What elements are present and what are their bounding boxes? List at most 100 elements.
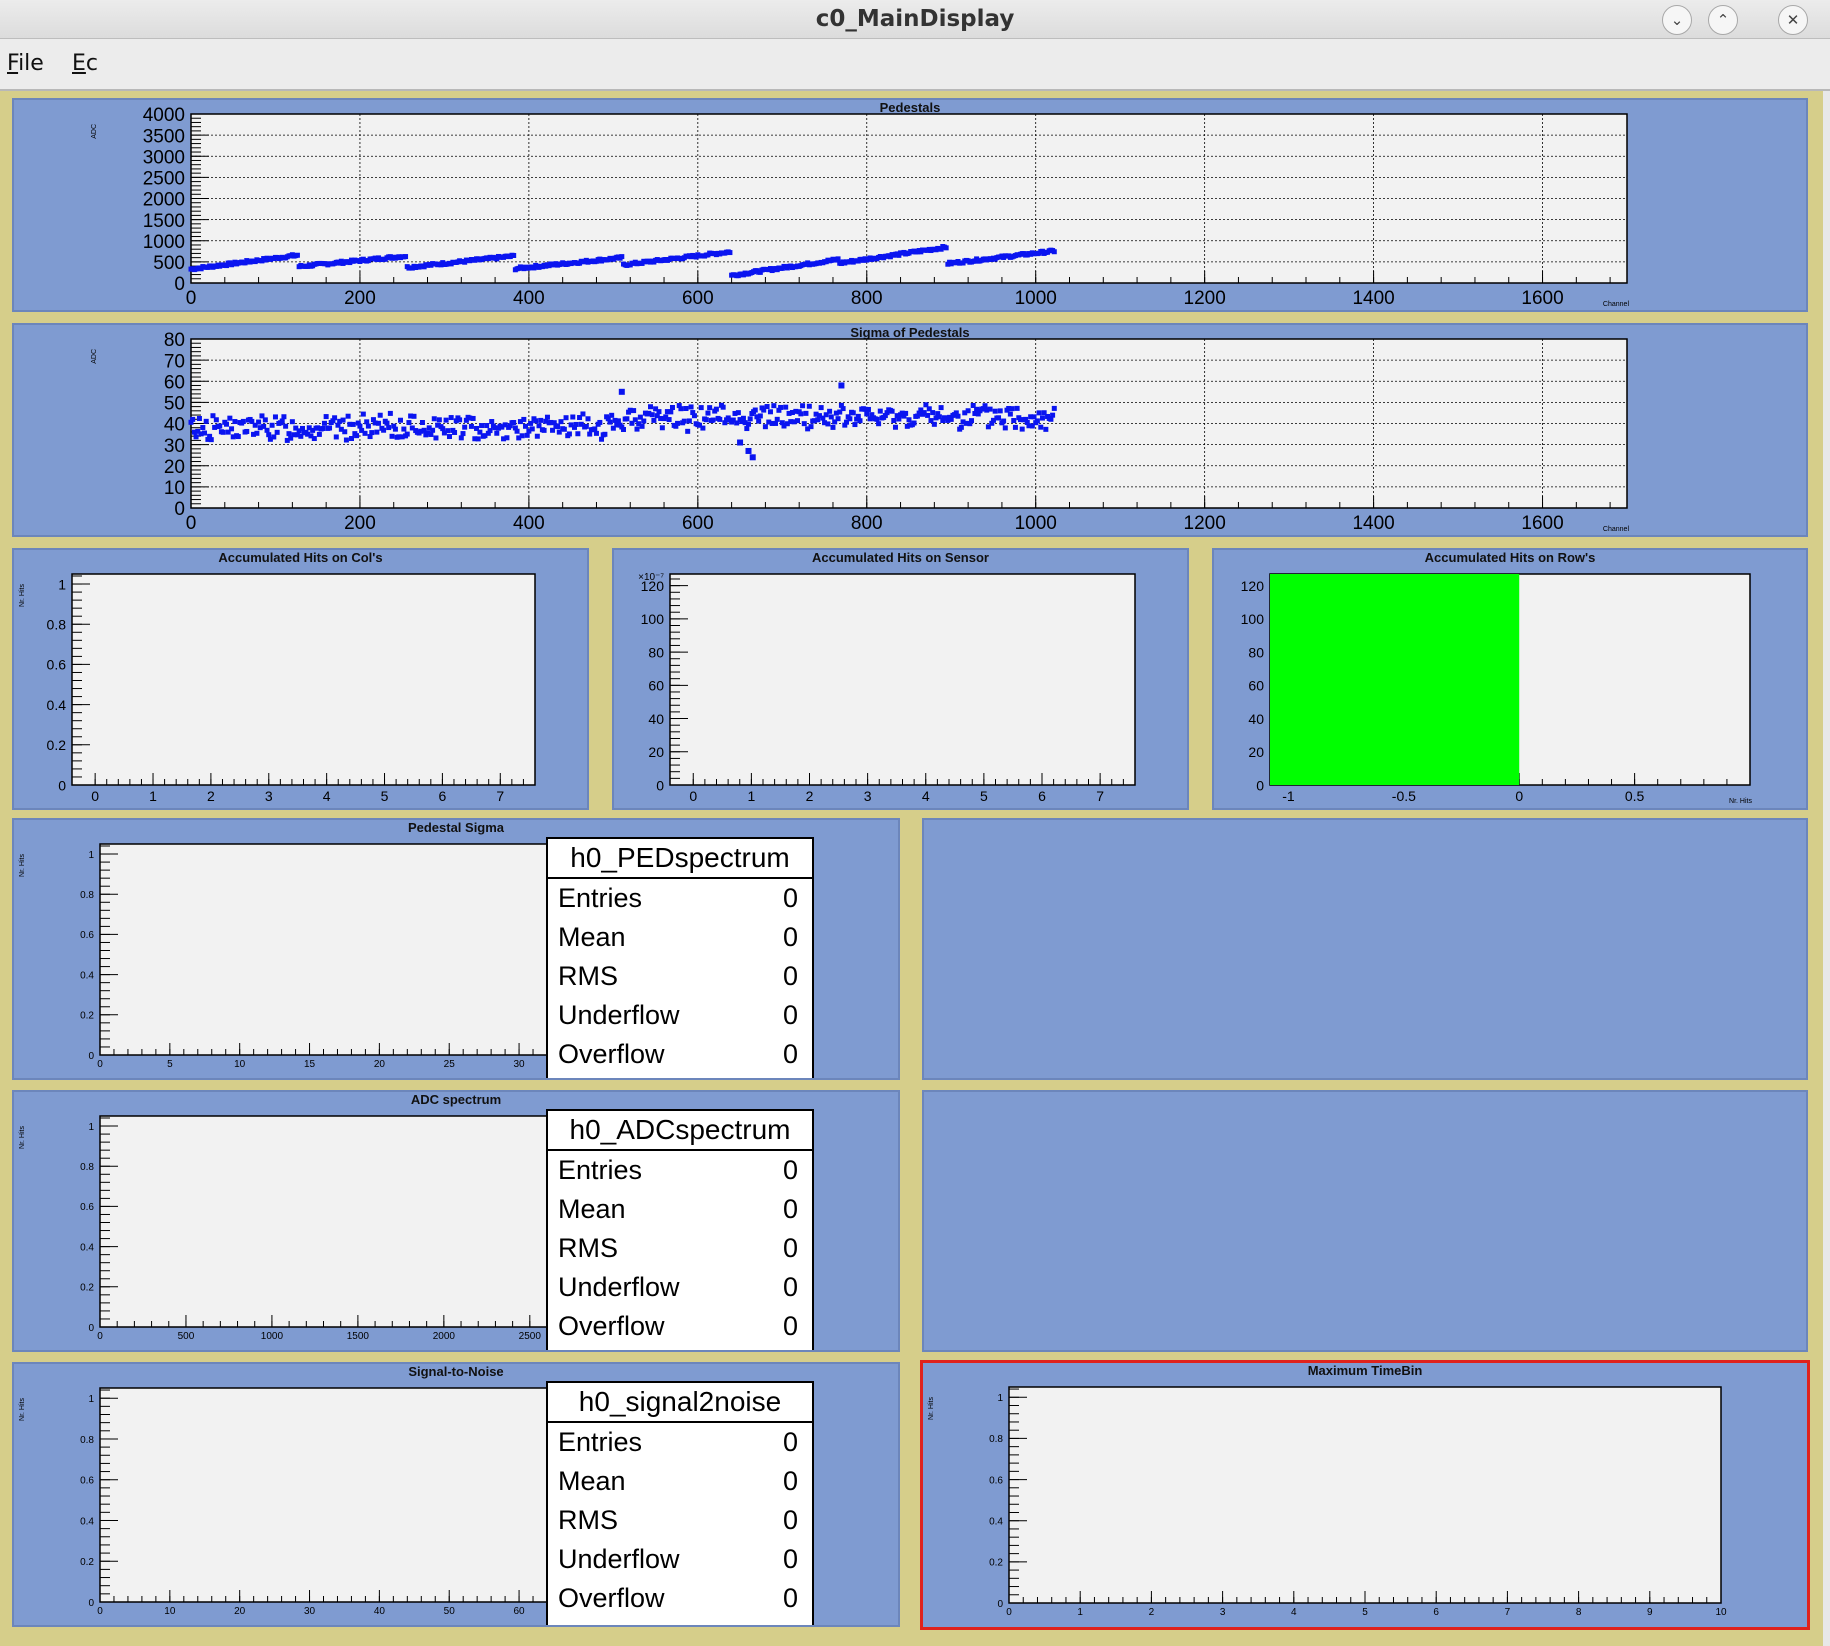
statbox-key: Entries [558,1427,643,1457]
pad-empty-2[interactable] [922,1090,1808,1352]
x-tick-label: 0 [689,788,697,804]
statbox-key: RMS [558,1505,618,1535]
statbox-pedspectrum: h0_PEDspectrum Entries 0 Mean 0 RMS 0 Underflow… [546,837,814,1078]
statbox-value: 0 [782,1466,798,1496]
menu-file[interactable]: File [7,51,44,76]
root-canvas[interactable]: Pedestals 0 200 400 600 800 1000 1200 1400 1600 0 5… [0,91,1823,1646]
pad-signal-to-noise[interactable]: Signal-to-Noise 0 10 20 30 40 50 60 0 0.2 0.4 0.6 0.… [12,1362,900,1627]
data-point [806,403,812,409]
data-point [541,427,547,433]
data-point [803,410,809,416]
data-point [494,430,500,436]
y-tick-label: 0 [1256,777,1264,793]
data-point [271,434,277,440]
x-tick-label: 0.5 [1625,788,1645,804]
data-point [607,419,613,425]
data-point [445,428,451,434]
statbox-title: h0_ADCspectrum [548,1111,812,1151]
x-tick-label: 5 [381,788,389,804]
statbox-value: 0 [782,922,798,952]
statbox-key: Underflow [558,1000,680,1030]
data-point [563,415,569,421]
y-tick-label: 1 [88,850,94,861]
pad-cols[interactable]: Accumulated Hits on Col's 0 1 2 3 4 5 6 7 0 0.2 0.4… [12,548,589,810]
statbox-key: Entries [558,883,643,913]
data-point [683,406,689,412]
data-point [800,403,806,409]
data-point [794,418,800,424]
data-point [698,405,704,411]
x-tick-label: 7 [496,788,504,804]
pad-empty-1[interactable] [922,818,1808,1080]
x-tick-label: 1400 [1352,513,1394,534]
statbox-row: Underflow 0 [548,1268,812,1307]
minimize-button[interactable]: ⌄ [1662,5,1692,35]
x-tick-label: 600 [682,513,714,534]
data-point [190,416,196,422]
chart-title: Accumulated Hits on Col's [218,550,382,565]
data-point [727,250,733,256]
x-axis-label: Nr. Hits [1729,798,1752,805]
data-point [599,436,605,442]
data-point [1036,410,1042,416]
data-point [688,404,694,410]
data-point [798,411,804,417]
chart-svg-rows: Accumulated Hits on Row's -1 -0.5 0 0.5 0 20 40… [1241,550,1753,805]
x-tick-label: 2500 [519,1331,542,1342]
pad-pedestals[interactable]: Pedestals 0 200 400 600 800 1000 1200 1400 1600 0 5… [12,98,1808,312]
statbox-value: 0 [782,1155,798,1185]
menu-edit[interactable]: Ec [72,51,98,76]
data-point [987,406,993,412]
pad-pedestal-sigma[interactable]: Pedestal Sigma 0 5 10 15 20 25 30 0 0.2 0.4 0.6 0.8 1… [12,818,900,1080]
y-tick-label: 0 [174,274,185,295]
data-point [943,245,949,251]
data-point [376,420,382,426]
y-tick-label: 80 [1248,644,1264,660]
chart-title: ADC spectrum [411,1092,501,1107]
x-tick-label: 3 [864,788,872,804]
data-point [374,429,380,435]
data-point [262,417,268,423]
y-tick-label: 0 [174,499,185,520]
data-point [1012,424,1018,430]
data-point [1051,405,1057,411]
y-tick-label: 0.6 [47,657,67,673]
menu-edit-mnemonic: E [72,51,86,76]
chart-svg-maxtime: Maximum TimeBin 0 1 2 3 4 5 6 7 8 9 10 0 0.2 0.4 0.6 0.8… [928,1363,1727,1618]
plot-frame [99,1115,548,1328]
x-tick-label: 1000 [1015,288,1057,309]
statbox-value: 0 [782,1311,798,1341]
data-point-outlier [618,388,625,395]
data-point [196,415,202,421]
maximize-button[interactable]: ⌃ [1708,5,1738,35]
data-point [538,417,544,423]
data-point-outlier [838,382,845,389]
data-point [452,429,458,435]
y-tick-label: 100 [641,611,665,627]
data-point [1009,406,1015,412]
pad-sensor[interactable]: Accumulated Hits on Sensor 0 1 2 3 4 5 6 7 0 20 40 6… [612,548,1189,810]
x-tick-label: 20 [374,1059,386,1070]
y-tick-label: 40 [164,415,185,436]
y-tick-label: 60 [1248,678,1264,694]
y-tick-label: 0 [58,777,66,793]
data-point [965,408,971,414]
data-point [448,415,454,421]
chart-svg-cols: Accumulated Hits on Col's 0 1 2 3 4 5 6 7 0 0.2 0.4… [19,550,536,804]
data-point [877,408,883,414]
data-point [717,416,723,422]
statbox-value: 0 [782,1194,798,1224]
data-point [411,413,417,419]
y-tick-label: 4000 [143,105,185,126]
statbox-value: 0 [782,1039,798,1069]
pad-maximum-timebin[interactable]: Maximum TimeBin 0 1 2 3 4 5 6 7 8 9 10 0 0.2 0.4 0.6 0.8… [920,1360,1810,1630]
data-point [1039,415,1045,421]
y-tick-label: 0.2 [80,1011,94,1022]
pad-adc-spectrum[interactable]: ADC spectrum 0 500 1000 1500 2000 2500 0 0.2 0.4 0… [12,1090,900,1352]
pad-rows[interactable]: Accumulated Hits on Row's -1 -0.5 0 0.5 0 20 40… [1212,548,1808,810]
data-point [333,434,339,440]
close-button[interactable]: ✕ [1778,5,1808,35]
pad-sigma[interactable]: Sigma of Pedestals 0 200 400 600 800 1000 1200 1… [12,323,1808,537]
x-tick-label: 2 [806,788,814,804]
data-point [713,406,719,412]
